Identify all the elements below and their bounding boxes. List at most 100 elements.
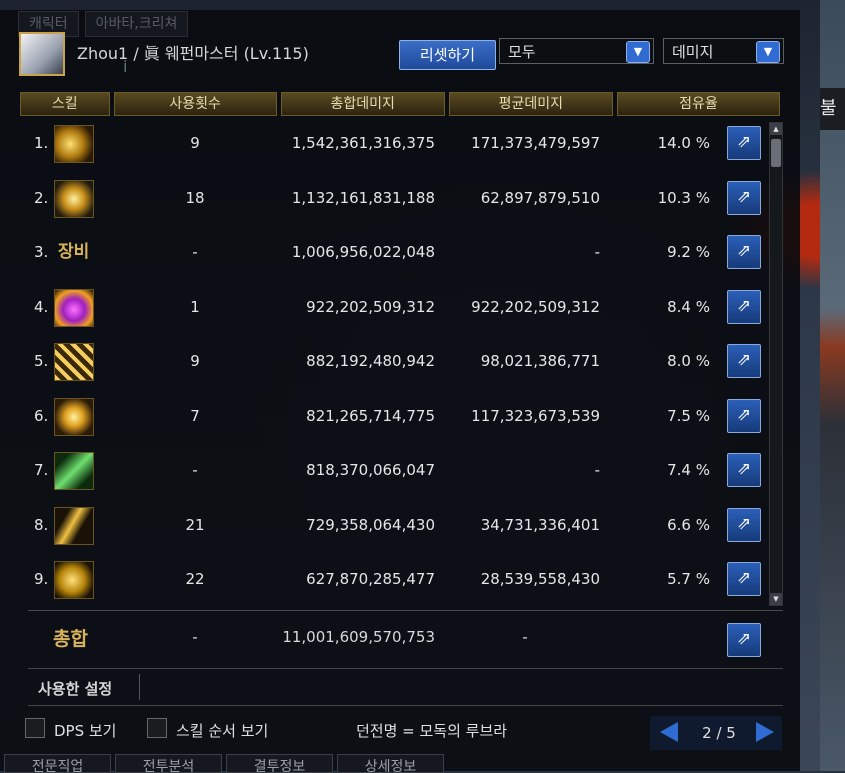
skill-icon bbox=[54, 452, 94, 490]
table-rows: 1. 9 1,542,361,316,375 171,373,479,597 1… bbox=[20, 116, 768, 607]
avg-damage-cell: - bbox=[594, 461, 600, 479]
table-scrollbar[interactable]: ▲ ▼ bbox=[769, 122, 783, 606]
skill-icon bbox=[54, 179, 94, 218]
window-titlebar[interactable] bbox=[0, 0, 800, 10]
filter-select[interactable]: 모두 ▼ bbox=[499, 38, 654, 64]
share-cell: 8.0 % bbox=[667, 352, 710, 370]
scroll-thumb[interactable] bbox=[771, 139, 781, 167]
share-icon: ⇗ bbox=[736, 404, 752, 425]
share-button[interactable]: ⇗ bbox=[727, 562, 761, 596]
table-row: 5. 9 882,192,480,942 98,021,386,771 8.0 … bbox=[20, 334, 768, 389]
skill-icon bbox=[54, 561, 94, 599]
share-cell: 8.4 % bbox=[667, 297, 710, 316]
summary-avg-damage: - bbox=[522, 628, 528, 646]
skill-icon bbox=[54, 343, 94, 381]
share-icon: ⇗ bbox=[736, 459, 752, 479]
skill-icon bbox=[54, 288, 94, 327]
tab-duel-info[interactable]: 결투정보 bbox=[226, 754, 333, 773]
table-row: 9. 22 627,870,285,477 28,539,558,430 5.7… bbox=[20, 552, 768, 607]
share-cell: 9.2 % bbox=[667, 243, 710, 261]
tab-detail-info[interactable]: 상세정보 bbox=[337, 754, 444, 773]
summary-share-button[interactable]: ⇗ bbox=[727, 623, 761, 657]
player-info: Zhou1 / 眞 웨펀마스터 (Lv.115) bbox=[77, 40, 309, 64]
share-icon: ⇗ bbox=[736, 629, 752, 649]
share-icon: ⇗ bbox=[736, 295, 752, 316]
share-button[interactable]: ⇗ bbox=[727, 398, 761, 433]
table-row: 7. - 818,370,066,047 - 7.4 % ⇗ bbox=[20, 443, 768, 498]
table-header: 스킬 사용횟수 총합데미지 평균데미지 점유율 bbox=[20, 92, 784, 116]
share-icon: ⇗ bbox=[736, 132, 752, 152]
total-damage-cell: 882,192,480,942 bbox=[306, 352, 435, 370]
avg-damage-cell: 117,323,673,539 bbox=[471, 406, 600, 425]
tab-avatar-creature[interactable]: 아바타,크리쳐 bbox=[84, 11, 189, 37]
uses-cell: - bbox=[192, 243, 198, 261]
chevron-down-icon[interactable]: ▼ bbox=[626, 41, 650, 63]
skill-order-checkbox[interactable] bbox=[147, 718, 167, 738]
reset-button[interactable]: 리셋하기 bbox=[399, 40, 496, 70]
avg-damage-cell: 28,539,558,430 bbox=[480, 570, 600, 588]
avg-damage-cell: 34,731,336,401 bbox=[480, 515, 600, 534]
info-icon[interactable]: i bbox=[123, 57, 151, 81]
next-page-icon[interactable] bbox=[756, 722, 774, 742]
chevron-down-icon[interactable]: ▼ bbox=[756, 41, 780, 63]
avg-damage-cell: 62,897,879,510 bbox=[480, 188, 600, 207]
avg-damage-cell: 98,021,386,771 bbox=[480, 352, 600, 370]
dps-checkbox[interactable] bbox=[25, 718, 45, 738]
total-damage-cell: 1,006,956,022,048 bbox=[291, 243, 435, 261]
mode-select[interactable]: 데미지 ▼ bbox=[663, 38, 784, 64]
share-cell: 7.4 % bbox=[667, 461, 710, 479]
equipment-label: 장비 bbox=[58, 242, 90, 262]
share-button[interactable]: ⇗ bbox=[727, 235, 761, 269]
tab-profession[interactable]: 전문직업 bbox=[4, 754, 111, 773]
avg-damage-cell: 922,202,509,312 bbox=[471, 297, 600, 316]
mode-select-value: 데미지 bbox=[672, 43, 714, 61]
share-icon: ⇗ bbox=[736, 241, 752, 261]
share-icon: ⇗ bbox=[736, 568, 752, 588]
total-damage-cell: 729,358,064,430 bbox=[306, 515, 435, 534]
scroll-up-icon[interactable]: ▲ bbox=[770, 123, 782, 135]
uses-cell: 18 bbox=[185, 188, 205, 207]
damage-analysis-window: 캐릭터 아바타,크리쳐 Zhou1 / 眞 웨펀마스터 (Lv.115) i 리… bbox=[0, 0, 800, 773]
header-total-damage[interactable]: 총합데미지 bbox=[280, 92, 445, 116]
header-skill[interactable]: 스킬 bbox=[20, 92, 110, 116]
tab-combat-analysis[interactable]: 전투분석 bbox=[115, 754, 222, 773]
share-button[interactable]: ⇗ bbox=[727, 453, 761, 487]
uses-cell: 9 bbox=[190, 134, 200, 152]
share-button[interactable]: ⇗ bbox=[727, 344, 761, 378]
scroll-down-icon[interactable]: ▼ bbox=[770, 593, 782, 605]
skill-icon bbox=[54, 125, 94, 163]
header-uses[interactable]: 사용횟수 bbox=[113, 92, 277, 116]
dps-checkbox-label[interactable]: DPS 보기 bbox=[54, 720, 117, 741]
header-share[interactable]: 점유율 bbox=[616, 92, 780, 116]
skill-icon bbox=[54, 397, 94, 436]
share-cell: 10.3 % bbox=[657, 188, 710, 207]
share-button[interactable]: ⇗ bbox=[727, 126, 761, 160]
uses-cell: - bbox=[192, 461, 198, 479]
share-button[interactable]: ⇗ bbox=[727, 180, 761, 215]
table-row: 2. 18 1,132,161,831,188 62,897,879,510 1… bbox=[20, 171, 768, 226]
share-button[interactable]: ⇗ bbox=[727, 289, 761, 324]
share-cell: 5.7 % bbox=[667, 570, 710, 588]
prev-page-icon[interactable] bbox=[660, 722, 678, 742]
settings-separator bbox=[139, 674, 140, 700]
filter-select-value: 모두 bbox=[508, 43, 536, 61]
total-damage-cell: 818,370,066,047 bbox=[306, 461, 435, 479]
dungeon-name: 던전명 = 모독의 루브라 bbox=[356, 722, 508, 740]
uses-cell: 22 bbox=[185, 570, 205, 588]
share-button[interactable]: ⇗ bbox=[727, 507, 761, 542]
right-edge-tab[interactable]: 불 bbox=[820, 88, 845, 130]
pagination: 2 / 5 bbox=[650, 716, 782, 750]
table-row: 6. 7 821,265,714,775 117,323,673,539 7.5… bbox=[20, 389, 768, 444]
share-icon: ⇗ bbox=[736, 513, 752, 534]
used-settings-label[interactable]: 사용한 설정 bbox=[38, 678, 112, 699]
uses-cell: 7 bbox=[190, 406, 200, 425]
share-cell: 6.6 % bbox=[667, 515, 710, 534]
player-name: Zhou1 bbox=[77, 44, 129, 63]
skill-order-checkbox-label[interactable]: 스킬 순서 보기 bbox=[176, 720, 268, 741]
page-indicator: 2 / 5 bbox=[702, 724, 736, 742]
total-damage-cell: 922,202,509,312 bbox=[306, 297, 435, 316]
summary-label: 총합 bbox=[53, 628, 88, 650]
total-damage-cell: 1,132,161,831,188 bbox=[291, 188, 435, 207]
summary-total-damage: 11,001,609,570,753 bbox=[282, 628, 435, 646]
header-avg-damage[interactable]: 평균데미지 bbox=[448, 92, 613, 116]
